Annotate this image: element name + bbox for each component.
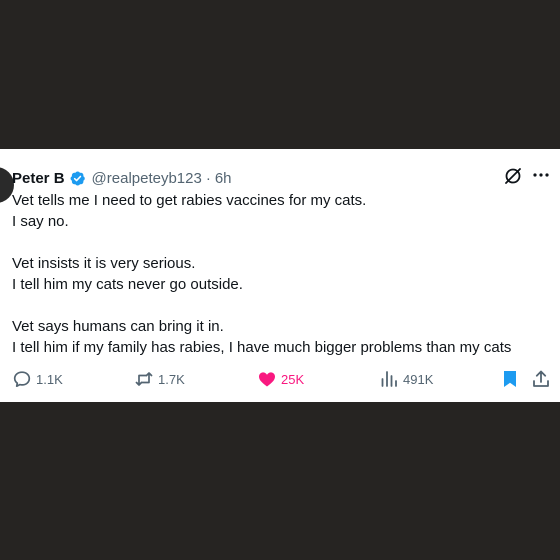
separator-dot: ·: [205, 169, 211, 187]
reply-count: 1.1K: [36, 371, 63, 387]
verified-badge-icon: [70, 171, 85, 185]
views-icon: [381, 371, 397, 387]
like-button[interactable]: 25K: [257, 367, 304, 391]
author-name[interactable]: Peter B: [12, 170, 65, 187]
tweet-header: Peter B @realpeteyb123 · 6h: [12, 168, 232, 188]
tweet-text: Vet tells me I need to get rabies vaccin…: [12, 190, 552, 358]
views-button[interactable]: 491K: [379, 367, 433, 391]
share-icon: [533, 370, 549, 387]
tweet-line: I say no.: [12, 213, 69, 230]
tweet-line: I tell him if my family has rabies, I ha…: [12, 339, 512, 356]
repost-count: 1.7K: [158, 371, 185, 387]
tweet-line: Vet insists it is very serious.: [12, 255, 196, 272]
more-icon[interactable]: [532, 172, 550, 178]
tweet-line: I tell him my cats never go outside.: [12, 276, 243, 293]
reply-button[interactable]: 1.1K: [12, 367, 63, 391]
like-icon: [259, 372, 275, 387]
reply-icon: [13, 371, 31, 388]
views-count: 491K: [403, 371, 434, 387]
share-button[interactable]: [531, 367, 555, 391]
repost-icon: [135, 372, 153, 386]
timestamp[interactable]: 6h: [215, 170, 232, 187]
tweet-line: Vet says humans can bring it in.: [12, 318, 224, 335]
grok-icon[interactable]: [503, 166, 523, 186]
like-count: 25K: [281, 371, 305, 387]
repost-button[interactable]: 1.7K: [134, 367, 185, 391]
author-handle[interactable]: @realpeteyb123: [92, 170, 202, 187]
bookmark-button[interactable]: [500, 367, 524, 391]
tweet-line: Vet tells me I need to get rabies vaccin…: [12, 192, 367, 209]
bookmark-icon: [504, 371, 516, 387]
tweet-card[interactable]: Peter B @realpeteyb123 · 6h Vet tells me…: [0, 149, 560, 402]
action-bar: 1.1K 1.7K 25K 491K: [0, 367, 560, 391]
